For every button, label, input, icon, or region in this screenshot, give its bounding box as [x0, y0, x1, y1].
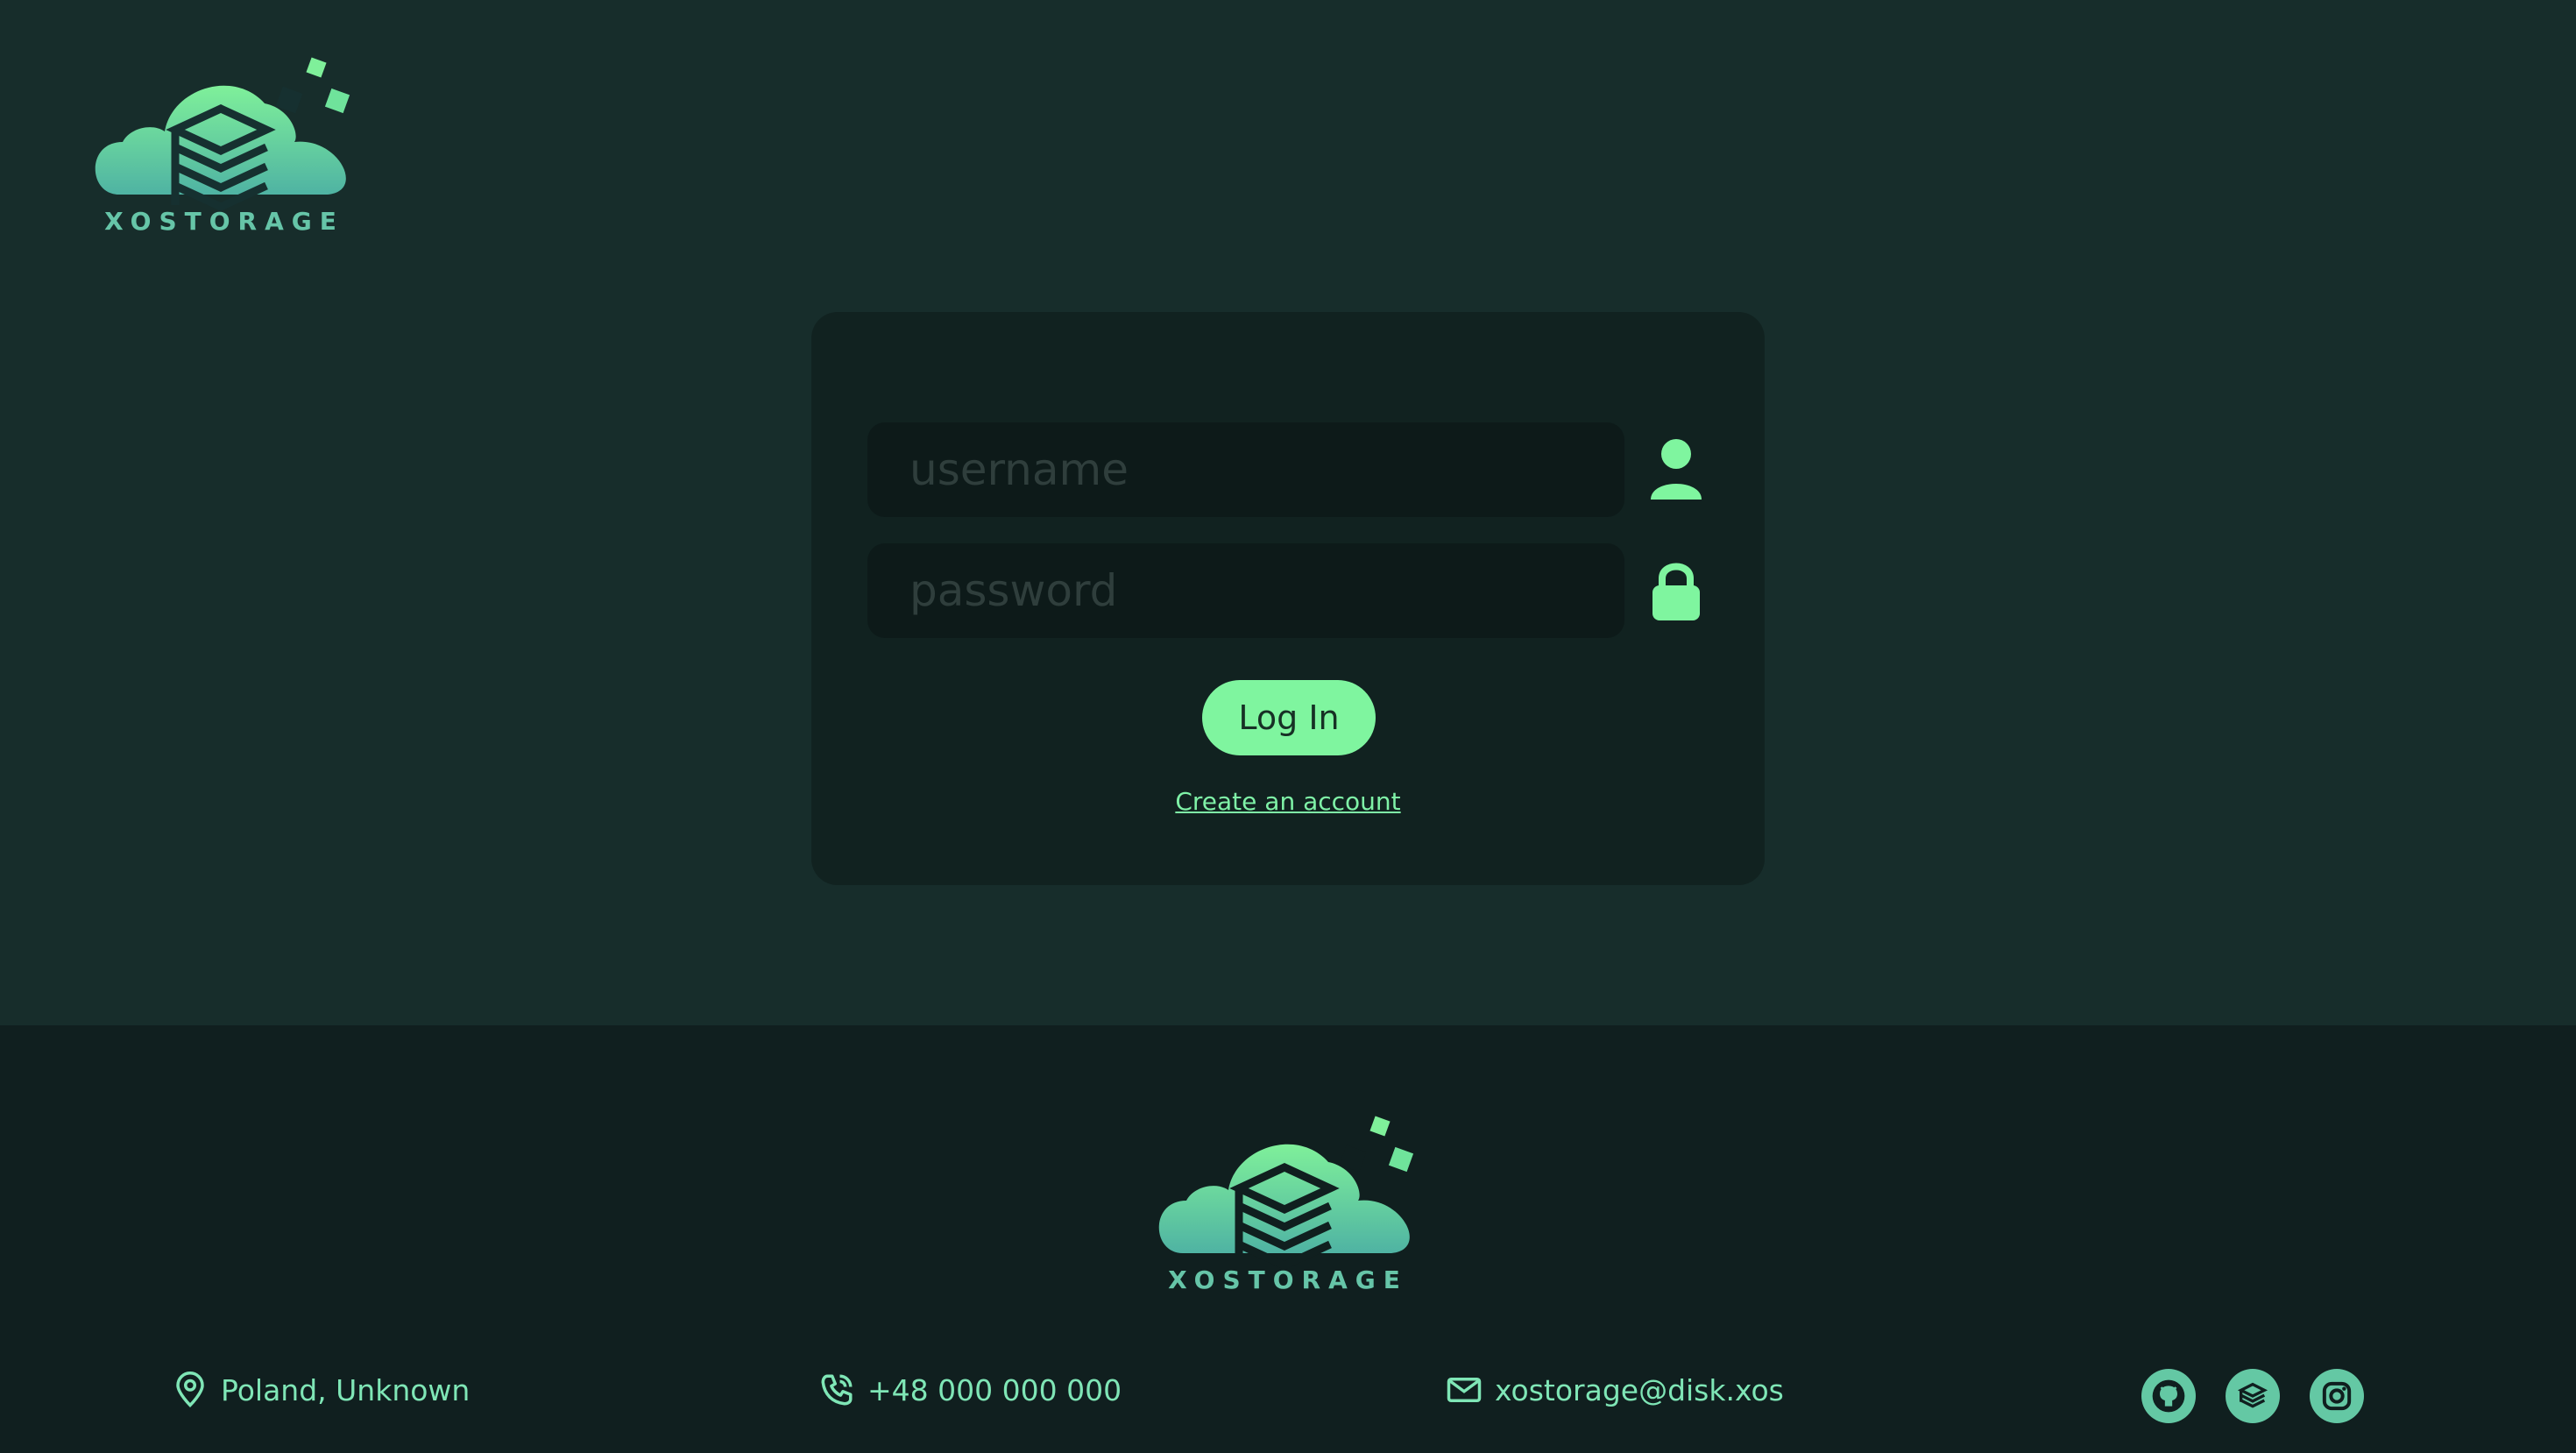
- location-text: Poland, Unknown: [221, 1372, 471, 1407]
- github-link[interactable]: [2141, 1369, 2196, 1423]
- xostorage-logo[interactable]: XOSTORAGE: [84, 51, 364, 238]
- username-input[interactable]: [867, 422, 1624, 517]
- email-text: xostorage@disk.xos: [1495, 1372, 1784, 1407]
- contact-email[interactable]: xostorage@disk.xos: [1446, 1364, 1784, 1416]
- github-icon: [2152, 1379, 2185, 1413]
- stack-icon: [2237, 1382, 2268, 1408]
- mail-icon: [1447, 1378, 1482, 1402]
- user-icon: [1651, 439, 1702, 500]
- location-pin-icon: [176, 1371, 204, 1407]
- password-input[interactable]: [867, 543, 1624, 638]
- instagram-link[interactable]: [2310, 1369, 2364, 1423]
- social-links: [2141, 1369, 2364, 1423]
- footer-logo[interactable]: XOSTORAGE: [1148, 1109, 1428, 1297]
- create-account-link[interactable]: Create an account: [811, 787, 1765, 816]
- cloud-server-icon: [95, 57, 350, 211]
- cloud-server-icon: [1158, 1116, 1414, 1270]
- login-button[interactable]: Log In: [1202, 680, 1376, 755]
- instagram-icon: [2322, 1381, 2352, 1411]
- footer: XOSTORAGE Poland, Unknown +48 000 000 00…: [0, 1025, 2576, 1453]
- lock-icon: [1652, 563, 1700, 620]
- contact-location: Poland, Unknown: [172, 1364, 470, 1416]
- phone-icon: [821, 1374, 853, 1406]
- phone-text: +48 000 000 000: [867, 1372, 1122, 1407]
- logo-wordmark: XOSTORAGE: [104, 207, 344, 236]
- contact-phone[interactable]: +48 000 000 000: [818, 1364, 1122, 1416]
- login-card: Log In Create an account: [811, 312, 1765, 885]
- stack-link[interactable]: [2226, 1369, 2280, 1423]
- logo-wordmark: XOSTORAGE: [1168, 1265, 1408, 1294]
